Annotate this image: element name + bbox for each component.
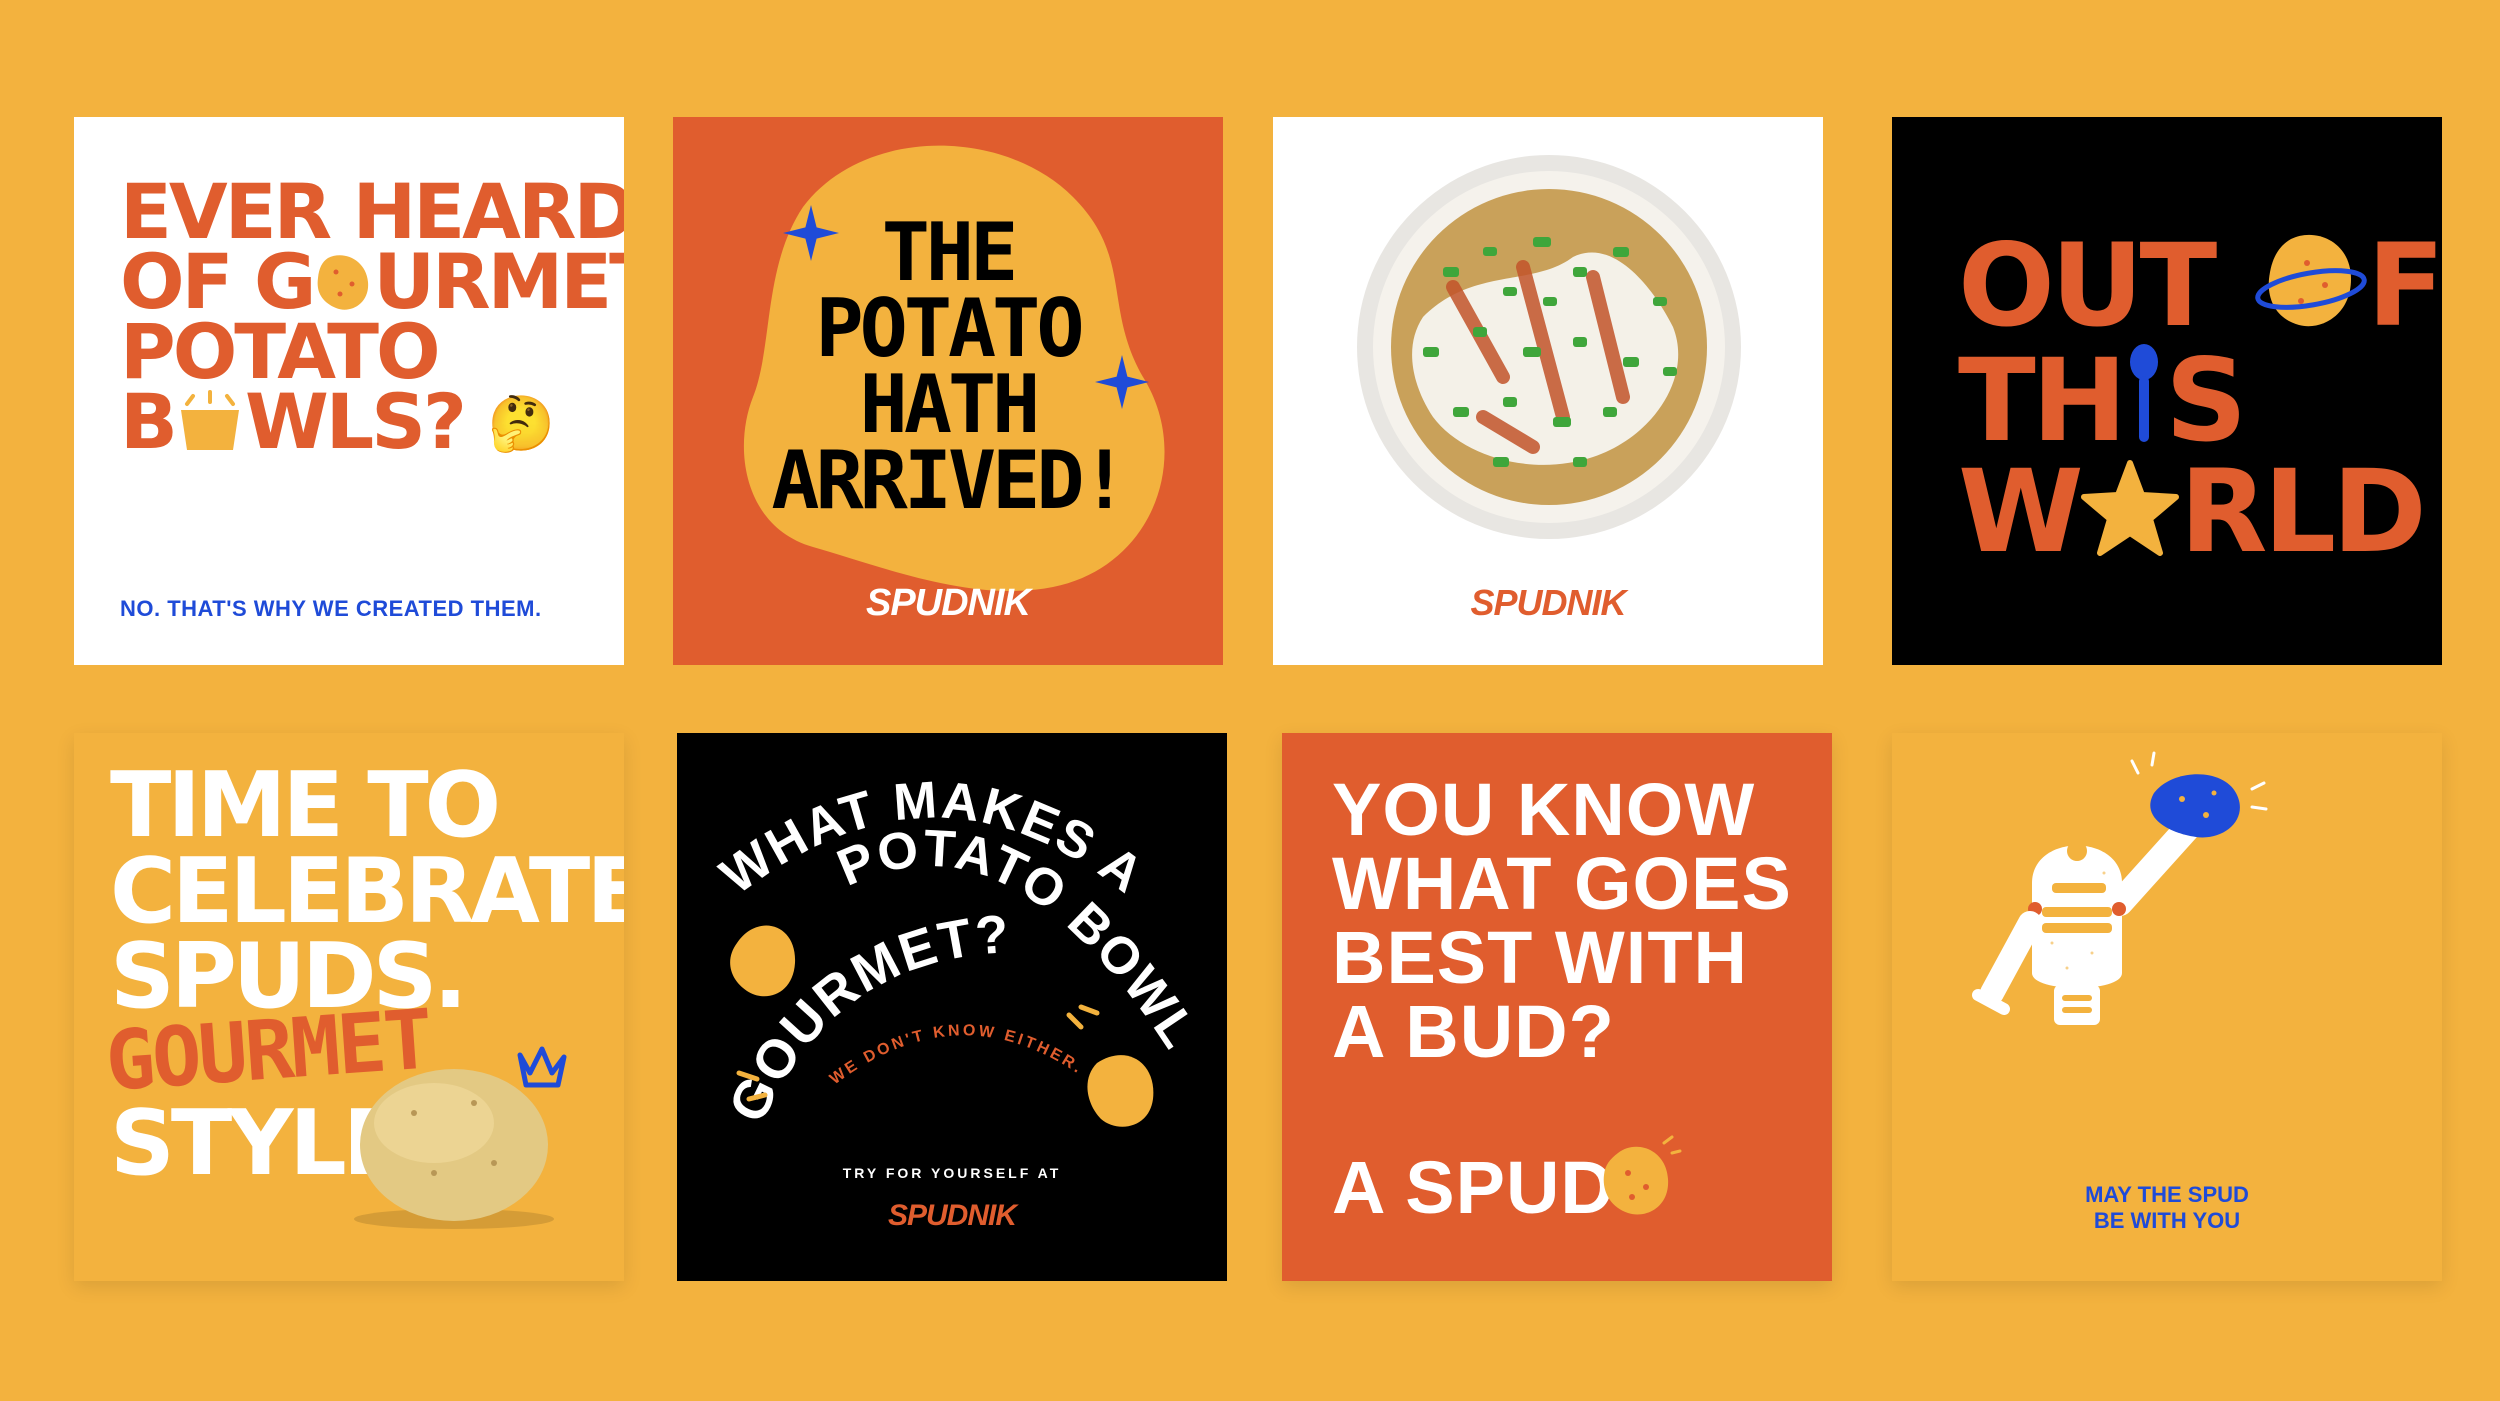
potato-planet-icon [2255,234,2367,327]
tile4-line1: OUT F [1958,227,2442,343]
tile7-line: BEST WITH [1332,916,1748,999]
post-may-the-spud: MAY THE SPUD BE WITH YOU [1892,733,2442,1281]
tile7-line: YOU KNOW [1332,768,1756,851]
tile6-cta: TRY FOR YOURSELF AT [842,1165,1062,1181]
tile4-line3b: RLD [2179,445,2427,579]
potato-icon [730,925,796,997]
tile2-headline: THE POTATO HATH ARRIVED! [673,206,1223,527]
tile4-line1a: OUT [1958,219,2217,352]
post-ever-heard: EVER HEARD OF GURMET POTATO BWLS? 🤔 NO. … [74,117,624,665]
bowl-icon [180,389,239,450]
tile2-line: ARRIVED! [771,434,1128,527]
tile2-line: THE [881,206,1019,299]
tile5-line: TIME TO [110,753,501,858]
tile8-line2: BE WITH YOU [2093,1208,2241,1234]
post-time-to-celebrate: TIME TO CELEBRATE SPUDS. GOURMET STYLE. [74,733,624,1281]
tile4-line3: W RLD [1958,455,2441,569]
tile4-line1b: F [2366,219,2442,352]
tile1-line4: B WLS? 🤔 [120,383,624,459]
thinking-emoji-icon: 🤔 [487,391,555,455]
tile1-line4b: WLS? [244,376,467,466]
post-bowl-photo: SPUDNIK [1273,117,1823,665]
tile1-subtitle: NO. THAT'S WHY WE CREATED THEM. [120,596,542,621]
tile7-headline: YOU KNOW WHAT GOES BEST WITH A BUD? [1332,773,1792,1069]
tile7-line: WHAT GOES [1332,842,1792,925]
post-potato-hath-arrived: THE POTATO HATH ARRIVED! SPUDNIK [673,117,1223,665]
star-icon [2080,460,2179,557]
tile1-headline: EVER HEARD OF GURMET POTATO BWLS? 🤔 [120,174,624,460]
tile7-line: A BUD? [1332,990,1615,1073]
tile4-line2: TH S [1958,342,2441,457]
tile7-answer: A SPUD [1332,1146,1615,1229]
post-what-makes-gourmet: WHAT MAKES A POTATO BOWL GOURMET? WE DON… [677,733,1227,1281]
potato-icon [318,255,369,310]
spudnik-logo: SPUDNIK [1470,582,1626,623]
spudnik-logo: SPUDNIK [865,582,1031,624]
tile6-arc-small: WE DON'T KNOW EITHER. [827,1022,1084,1088]
tile2-line: HATH [859,358,1041,451]
spoon-icon [2130,343,2159,442]
post-out-of-this-world: OUT F TH S W RLD [1892,117,2442,665]
tile8-line1: MAY THE SPUD [2085,1182,2249,1207]
potato-icon [1603,1135,1682,1215]
post-best-with-a-bud: YOU KNOW WHAT GOES BEST WITH A BUD? A SP… [1282,733,1832,1281]
tile4-headline: OUT F TH S W RLD [1958,227,2442,569]
potato-icon [1087,1055,1154,1127]
tile8-caption: MAY THE SPUD BE WITH YOU [1892,1182,2442,1235]
spudnik-logo: SPUDNIK [887,1199,1017,1232]
tile2-line: POTATO [815,282,1085,375]
tile1-line4a: B [120,376,178,466]
tile4-line3a: W [1958,445,2084,579]
svg-text:WE DON'T KNOW EITHER.: WE DON'T KNOW EITHER. [827,1022,1087,1088]
tile5-line: CELEBRATE [110,838,624,944]
potato-image [354,1046,567,1229]
